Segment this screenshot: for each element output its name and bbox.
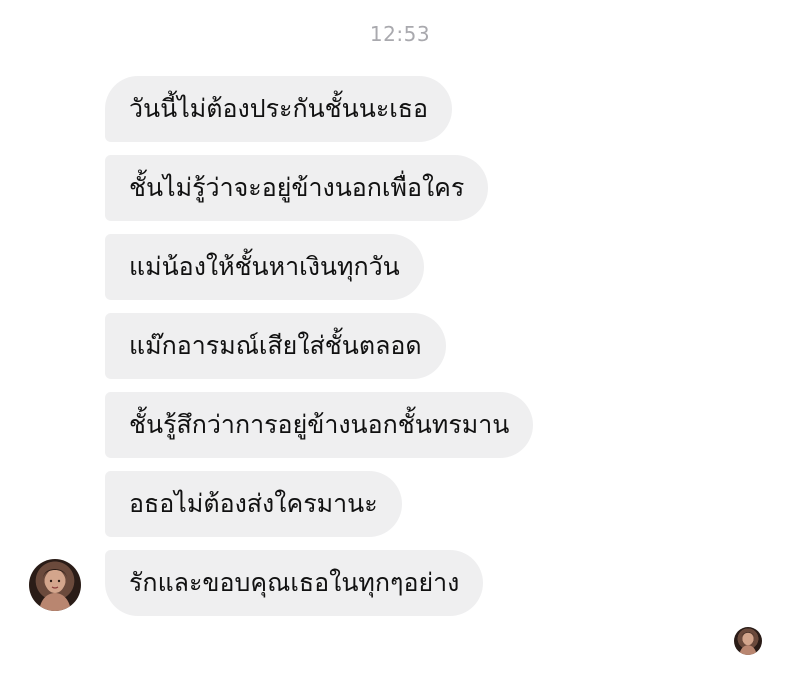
seen-avatar-icon: [739, 632, 757, 655]
sender-avatar[interactable]: [29, 559, 81, 611]
read-receipt-avatar: [734, 627, 762, 655]
message-bubble[interactable]: รักและขอบคุณเธอในทุกๆอย่าง: [105, 550, 484, 616]
message-bubble[interactable]: ชั้นรู้สึกว่าการอยู่ข้างนอกชั้นทรมาน: [105, 392, 534, 458]
message-bubble[interactable]: ชั้นไม่รู้ว่าจะอยู่ข้างนอกเพื่อใคร: [105, 155, 489, 221]
message-timestamp: 12:53: [369, 22, 431, 46]
message-bubble[interactable]: อธอไม่ต้องส่งใครมานะ: [105, 471, 402, 537]
message-bubble[interactable]: แม๊กอารมณ์เสียใส่ชั้นตลอด: [105, 313, 446, 379]
message-bubble[interactable]: แม่น้องให้ชั้นหาเงินทุกวัน: [105, 234, 424, 300]
message-bubble[interactable]: วันนี้ไม่ต้องประกันชั้นนะเธอ: [105, 76, 453, 142]
profile-photo-icon: [39, 569, 71, 611]
message-thread: วันนี้ไม่ต้องประกันชั้นนะเธอ ชั้นไม่รู้ว…: [105, 76, 534, 616]
